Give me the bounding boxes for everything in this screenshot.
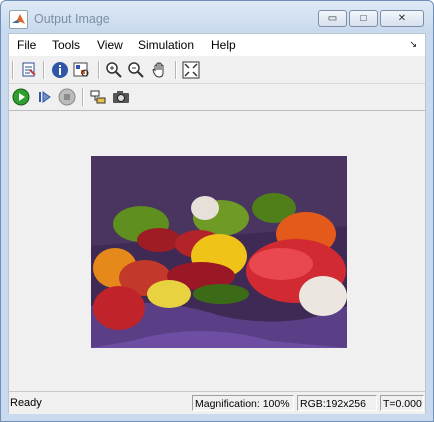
menu-help[interactable]: Help bbox=[211, 38, 236, 52]
info-icon[interactable] bbox=[51, 61, 69, 79]
simulation-toolbar bbox=[9, 84, 425, 111]
status-magnification: Magnification: 100% bbox=[192, 395, 294, 411]
block-parameters-icon[interactable] bbox=[89, 88, 107, 106]
snapshot-camera-icon[interactable] bbox=[112, 88, 130, 106]
pan-hand-icon[interactable] bbox=[151, 61, 169, 79]
menu-tools[interactable]: Tools bbox=[52, 38, 80, 52]
menu-simulation[interactable]: Simulation bbox=[138, 38, 194, 52]
toolbar-separator bbox=[43, 61, 45, 79]
menu-bar: File Tools View Simulation Help ↘ bbox=[9, 34, 425, 56]
run-icon[interactable] bbox=[12, 88, 30, 106]
toolbar-separator bbox=[82, 88, 84, 106]
window: Output Image ▭ □ ✕ File Tools View Simul… bbox=[0, 0, 434, 422]
minimize-icon: ▭ bbox=[327, 13, 338, 24]
close-icon: ✕ bbox=[397, 13, 407, 24]
status-ready: Ready bbox=[10, 397, 42, 409]
status-dimensions: RGB:192x256 bbox=[297, 395, 377, 411]
matlab-icon bbox=[9, 10, 28, 29]
menu-view[interactable]: View bbox=[97, 38, 123, 52]
menu-file[interactable]: File bbox=[17, 38, 36, 52]
client-area: File Tools View Simulation Help ↘ Ready … bbox=[8, 33, 426, 414]
toolbar-separator bbox=[98, 61, 100, 79]
title-bar[interactable]: Output Image ▭ □ ✕ bbox=[1, 1, 433, 33]
stop-icon[interactable] bbox=[58, 88, 76, 106]
close-button[interactable]: ✕ bbox=[380, 10, 424, 27]
zoom-out-icon[interactable] bbox=[127, 61, 145, 79]
image-canvas bbox=[9, 111, 425, 391]
zoom-in-icon[interactable] bbox=[105, 61, 123, 79]
status-bar: Ready Magnification: 100% RGB:192x256 T=… bbox=[9, 391, 425, 414]
maximize-button[interactable]: □ bbox=[349, 10, 378, 27]
view-toolbar bbox=[9, 57, 425, 84]
toolbar-separator bbox=[175, 61, 177, 79]
peppers-image bbox=[91, 156, 347, 348]
window-title: Output Image bbox=[34, 12, 110, 26]
inspect-icon[interactable] bbox=[73, 61, 91, 79]
minimize-button[interactable]: ▭ bbox=[318, 10, 347, 27]
print-icon[interactable] bbox=[20, 61, 38, 79]
step-forward-icon[interactable] bbox=[36, 88, 54, 106]
maximize-icon: □ bbox=[360, 13, 367, 24]
toolbar-separator bbox=[12, 61, 14, 79]
fit-to-view-icon[interactable] bbox=[182, 61, 200, 79]
status-time: T=0.000 bbox=[380, 395, 424, 411]
menu-overflow-arrow-icon[interactable]: ↘ bbox=[409, 39, 417, 50]
